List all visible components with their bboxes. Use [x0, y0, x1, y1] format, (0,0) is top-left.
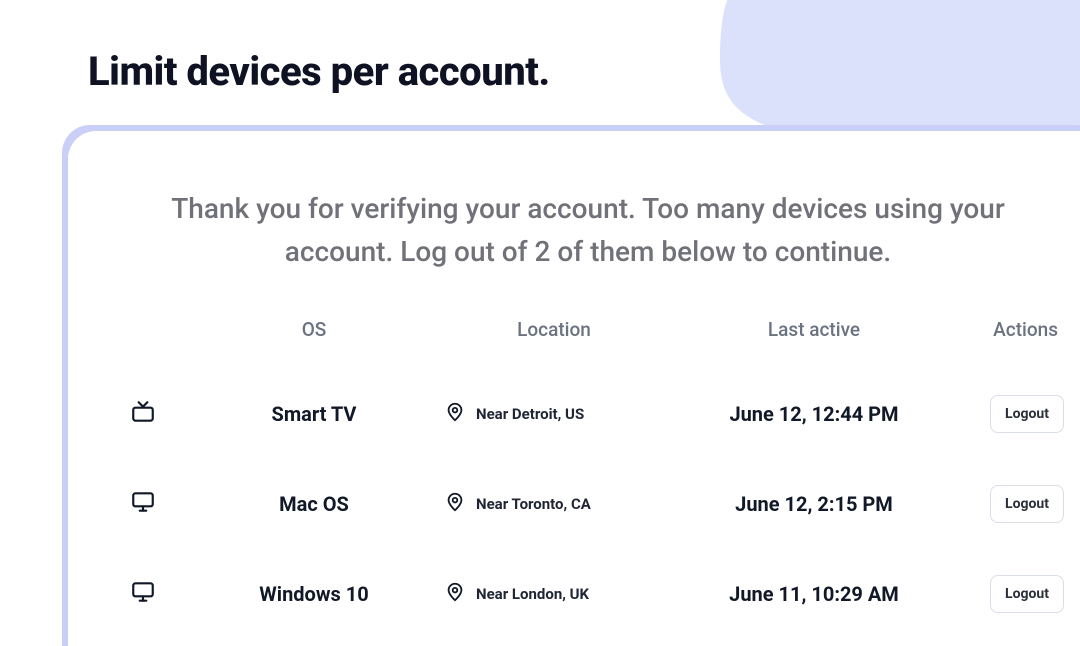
- device-location: Near Detroit, US: [476, 405, 584, 423]
- page-title: Limit devices per account.: [0, 0, 1080, 95]
- device-limit-card: Thank you for verifying your account. To…: [68, 131, 1080, 646]
- device-row: Smart TV Near Detroit, US June 12, 12:44…: [124, 369, 1052, 459]
- device-table-header: OS Location Last active Actions: [124, 310, 1052, 369]
- tv-icon: [130, 399, 156, 429]
- logout-button[interactable]: Logout: [990, 485, 1064, 523]
- device-os: Windows 10: [204, 582, 424, 606]
- logout-button[interactable]: Logout: [990, 575, 1064, 613]
- col-header-last-active: Last active: [684, 318, 944, 341]
- device-location: Near Toronto, CA: [476, 495, 591, 513]
- device-last-active: June 12, 12:44 PM: [684, 402, 944, 426]
- monitor-icon: [130, 489, 156, 519]
- intro-text: Thank you for verifying your account. To…: [148, 187, 1028, 274]
- device-os: Mac OS: [204, 492, 424, 516]
- device-row: Mac OS Near Toronto, CA June 12, 2:15 PM…: [124, 459, 1052, 549]
- device-last-active: June 11, 10:29 AM: [684, 582, 944, 606]
- map-pin-icon: [444, 401, 466, 427]
- map-pin-icon: [444, 581, 466, 607]
- col-header-location: Location: [424, 318, 684, 341]
- logout-button[interactable]: Logout: [990, 395, 1064, 433]
- device-last-active: June 12, 2:15 PM: [684, 492, 944, 516]
- device-location: Near London, UK: [476, 585, 589, 603]
- device-os: Smart TV: [204, 402, 424, 426]
- monitor-icon: [130, 579, 156, 609]
- col-header-os: OS: [204, 318, 424, 341]
- col-header-actions: Actions: [944, 318, 1064, 341]
- device-row: Windows 10 Near London, UK June 11, 10:2…: [124, 549, 1052, 639]
- map-pin-icon: [444, 491, 466, 517]
